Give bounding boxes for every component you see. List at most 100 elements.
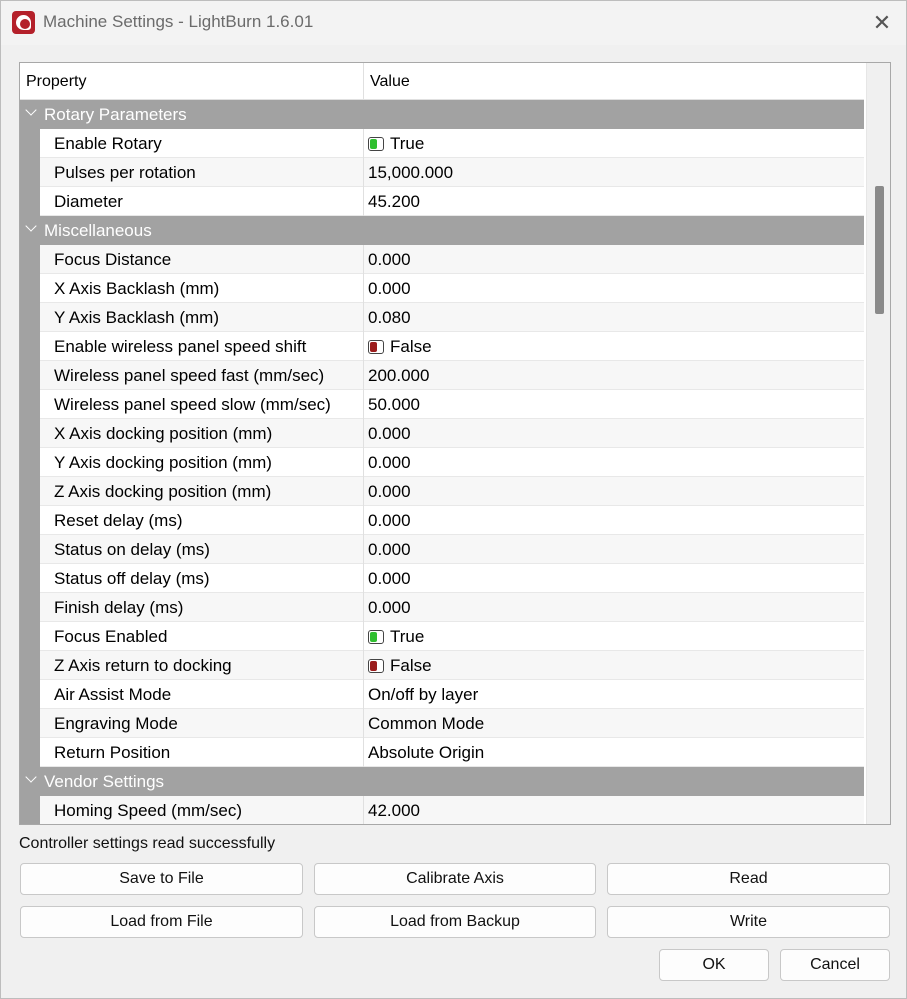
property-value-text: True — [390, 134, 425, 153]
property-value[interactable]: 0.000 — [368, 540, 411, 560]
close-icon[interactable]: ✕ — [868, 9, 896, 37]
property-row[interactable]: Status on delay (ms) 0.000 — [20, 535, 864, 564]
property-row[interactable]: Wireless panel speed slow (mm/sec) 50.000 — [20, 390, 864, 419]
property-name: Y Axis docking position (mm) — [54, 453, 272, 472]
column-header-value[interactable]: Value — [370, 63, 410, 100]
property-row[interactable]: Diameter 45.200 — [20, 187, 864, 216]
property-value[interactable]: Absolute Origin — [368, 743, 484, 763]
toggle-off-icon[interactable] — [368, 340, 384, 354]
toggle-off-icon[interactable] — [368, 659, 384, 673]
property-row[interactable]: Status off delay (ms) 0.000 — [20, 564, 864, 593]
property-row[interactable]: Focus Distance 0.000 — [20, 245, 864, 274]
toggle-on-icon[interactable] — [368, 630, 384, 644]
property-row[interactable]: Y Axis Backlash (mm) 0.080 — [20, 303, 864, 332]
property-value[interactable]: 200.000 — [368, 366, 429, 386]
property-value[interactable]: 15,000.000 — [368, 163, 453, 183]
property-row[interactable]: Return Position Absolute Origin — [20, 738, 864, 767]
property-value-text: True — [390, 627, 425, 646]
property-name: Z Axis docking position (mm) — [54, 482, 272, 501]
grid-header: Property Value — [20, 63, 864, 100]
load-from-backup-button[interactable]: Load from Backup — [314, 906, 596, 938]
property-value[interactable]: 0.000 — [368, 424, 411, 444]
chevron-down-icon[interactable] — [24, 772, 38, 786]
property-name: Wireless panel speed slow (mm/sec) — [54, 395, 331, 414]
property-value[interactable]: 0.000 — [368, 453, 411, 473]
chevron-down-icon[interactable] — [24, 221, 38, 235]
property-row[interactable]: Enable wireless panel speed shift False — [20, 332, 864, 361]
property-name: Y Axis Backlash (mm) — [54, 308, 220, 327]
vertical-scrollbar[interactable] — [866, 63, 890, 824]
property-name: Return Position — [54, 743, 171, 762]
property-value-text: False — [390, 656, 432, 675]
property-name: Focus Enabled — [54, 627, 168, 646]
property-row[interactable]: Air Assist Mode On/off by layer — [20, 680, 864, 709]
property-name: Homing Speed (mm/sec) — [54, 801, 243, 820]
section-header[interactable]: Miscellaneous — [20, 216, 864, 245]
property-name: Enable Rotary — [54, 134, 162, 153]
property-name: Engraving Mode — [54, 714, 178, 733]
property-value-text: 0.000 — [368, 424, 411, 443]
property-row[interactable]: Reset delay (ms) 0.000 — [20, 506, 864, 535]
property-value[interactable]: 0.000 — [368, 569, 411, 589]
property-value[interactable]: False — [368, 656, 432, 676]
property-value-text: 15,000.000 — [368, 163, 454, 182]
property-row[interactable]: Engraving Mode Common Mode — [20, 709, 864, 738]
section-header[interactable]: Vendor Settings — [20, 767, 864, 796]
property-row[interactable]: Pulses per rotation 15,000.000 — [20, 158, 864, 187]
property-value[interactable]: 0.080 — [368, 308, 411, 328]
property-name: Focus Distance — [54, 250, 172, 269]
section-header[interactable]: Rotary Parameters — [20, 100, 864, 129]
property-name: Status on delay (ms) — [54, 540, 210, 559]
property-value[interactable]: 0.000 — [368, 598, 411, 618]
cancel-button[interactable]: Cancel — [780, 949, 890, 981]
property-value-text: 0.000 — [368, 569, 411, 588]
section-title: Rotary Parameters — [44, 105, 187, 124]
chevron-down-icon[interactable] — [24, 105, 38, 119]
write-button[interactable]: Write — [607, 906, 890, 938]
property-value-text: 0.080 — [368, 308, 411, 327]
property-value[interactable]: 0.000 — [368, 279, 411, 299]
property-value[interactable]: Common Mode — [368, 714, 484, 734]
read-button[interactable]: Read — [607, 863, 890, 895]
property-row[interactable]: Wireless panel speed fast (mm/sec) 200.00… — [20, 361, 864, 390]
property-value-text: 45.200 — [368, 192, 420, 211]
load-from-file-button[interactable]: Load from File — [20, 906, 303, 938]
property-value[interactable]: On/off by layer — [368, 685, 478, 705]
property-value-text: 0.000 — [368, 598, 411, 617]
property-value-text: Common Mode — [368, 714, 485, 733]
toggle-on-icon[interactable] — [368, 137, 384, 151]
property-row[interactable]: Finish delay (ms) 0.000 — [20, 593, 864, 622]
property-value[interactable]: False — [368, 337, 432, 357]
property-name: X Axis docking position (mm) — [54, 424, 273, 443]
property-row[interactable]: Z Axis docking position (mm) 0.000 — [20, 477, 864, 506]
property-value[interactable]: 45.200 — [368, 192, 420, 212]
property-value[interactable]: True — [368, 627, 424, 647]
status-message: Controller settings read successfully — [19, 835, 276, 852]
scrollbar-thumb[interactable] — [875, 186, 884, 314]
property-row[interactable]: X Axis Backlash (mm) 0.000 — [20, 274, 864, 303]
property-row[interactable]: Homing Speed (mm/sec) 42.000 — [20, 796, 864, 824]
save-to-file-button[interactable]: Save to File — [20, 863, 303, 895]
property-name: Pulses per rotation — [54, 163, 196, 182]
property-row[interactable]: Y Axis docking position (mm) 0.000 — [20, 448, 864, 477]
property-row[interactable]: Focus Enabled True — [20, 622, 864, 651]
property-value-text: On/off by layer — [368, 685, 479, 704]
property-value[interactable]: 42.000 — [368, 801, 420, 821]
property-value-text: 200.000 — [368, 366, 430, 385]
column-header-property[interactable]: Property — [26, 63, 86, 100]
property-value[interactable]: 0.000 — [368, 482, 411, 502]
property-value-text: 42.000 — [368, 801, 420, 820]
property-value[interactable]: 50.000 — [368, 395, 420, 415]
ok-button[interactable]: OK — [659, 949, 769, 981]
property-value-text: False — [390, 337, 432, 356]
property-row[interactable]: Enable Rotary True — [20, 129, 864, 158]
property-value-text: 0.000 — [368, 511, 411, 530]
property-row[interactable]: X Axis docking position (mm) 0.000 — [20, 419, 864, 448]
property-value-text: 0.000 — [368, 250, 411, 269]
property-value[interactable]: 0.000 — [368, 511, 411, 531]
property-value[interactable]: True — [368, 134, 424, 154]
calibrate-axis-button[interactable]: Calibrate Axis — [314, 863, 596, 895]
property-row[interactable]: Z Axis return to docking False — [20, 651, 864, 680]
property-name: X Axis Backlash (mm) — [54, 279, 220, 298]
property-value[interactable]: 0.000 — [368, 250, 411, 270]
